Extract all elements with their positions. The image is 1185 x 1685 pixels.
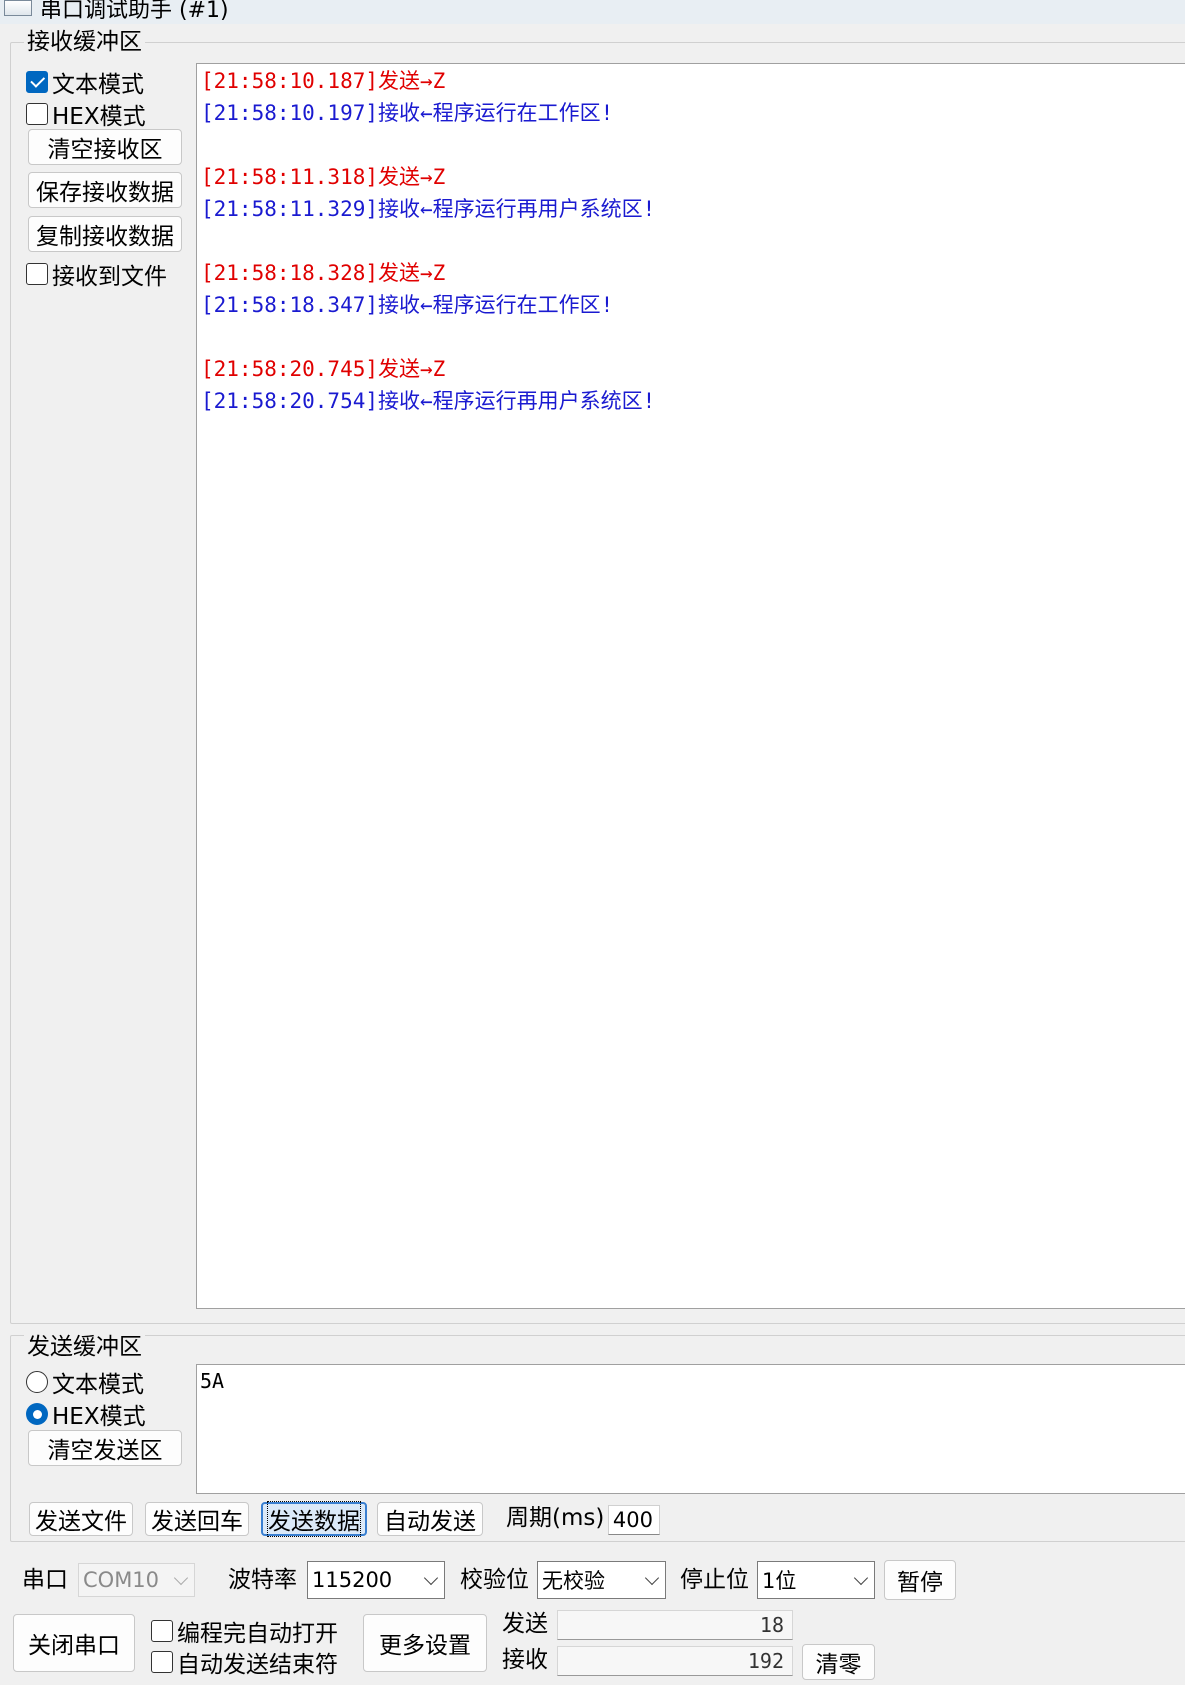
period-input[interactable]: 400 xyxy=(608,1505,660,1535)
auto-open-after-program-checkbox[interactable]: 编程完自动打开 xyxy=(151,1614,338,1648)
send-buffer-legend: 发送缓冲区 xyxy=(24,1334,145,1360)
auto-send-end-char-checkbox[interactable]: 自动发送结束符 xyxy=(151,1645,338,1679)
send-enter-button[interactable]: 发送回车 xyxy=(145,1502,249,1536)
checkbox-unchecked-icon xyxy=(26,263,48,285)
send-hex-mode-label: HEX模式 xyxy=(52,1404,146,1430)
receive-line-sent: [21:58:10.187]发送→Z xyxy=(201,69,446,93)
received-count-value: 192 xyxy=(557,1646,793,1676)
chevron-down-icon xyxy=(853,1570,869,1586)
stop-bits-label: 停止位 xyxy=(680,1567,749,1593)
parity-label: 校验位 xyxy=(460,1567,529,1593)
baud-rate-select[interactable]: 115200 xyxy=(307,1561,445,1599)
copy-receive-data-button[interactable]: 复制接收数据 xyxy=(28,216,182,252)
checkbox-unchecked-icon xyxy=(151,1620,173,1642)
chevron-down-icon xyxy=(644,1570,660,1586)
radio-unselected-icon xyxy=(26,1371,48,1393)
receive-line-received: [21:58:20.754]接收←程序运行再用户系统区! xyxy=(201,389,656,413)
receive-to-file-label: 接收到文件 xyxy=(52,264,167,290)
send-textarea[interactable]: 5A xyxy=(196,1364,1185,1494)
chevron-down-icon xyxy=(423,1570,439,1586)
stop-bits-select[interactable]: 1位 xyxy=(757,1561,875,1599)
checkbox-checked-icon xyxy=(26,71,48,93)
stop-bits-value: 1位 xyxy=(762,1569,797,1593)
auto-send-end-char-label: 自动发送结束符 xyxy=(177,1652,338,1678)
send-text-mode-radio[interactable]: 文本模式 xyxy=(26,1365,144,1399)
save-receive-data-button[interactable]: 保存接收数据 xyxy=(28,172,182,208)
window-title: 串口调试助手 (#1) xyxy=(40,0,229,23)
radio-selected-icon xyxy=(26,1403,48,1425)
receive-textarea[interactable]: [21:58:10.187]发送→Z [21:58:10.197]接收←程序运行… xyxy=(196,63,1185,1309)
baud-rate-label: 波特率 xyxy=(228,1567,297,1593)
auto-send-button[interactable]: 自动发送 xyxy=(377,1502,483,1536)
reset-counters-button[interactable]: 清零 xyxy=(802,1644,875,1680)
receive-buffer-legend: 接收缓冲区 xyxy=(24,29,145,55)
pause-button[interactable]: 暂停 xyxy=(884,1560,956,1600)
receive-line-sent: [21:58:18.328]发送→Z xyxy=(201,261,446,285)
sent-count-label: 发送 xyxy=(502,1611,548,1637)
receive-text-mode-label: 文本模式 xyxy=(52,72,144,98)
send-hex-mode-radio[interactable]: HEX模式 xyxy=(26,1397,146,1431)
receive-hex-mode-checkbox[interactable]: HEX模式 xyxy=(26,97,146,131)
receive-hex-mode-label: HEX模式 xyxy=(52,104,146,130)
clear-send-button[interactable]: 清空发送区 xyxy=(28,1430,182,1466)
period-label: 周期(ms) xyxy=(506,1505,605,1531)
port-label: 串口 xyxy=(22,1567,68,1593)
receive-line-received: [21:58:10.197]接收←程序运行在工作区! xyxy=(201,101,614,125)
send-data-label: 发送数据 xyxy=(267,1501,361,1537)
clear-receive-button[interactable]: 清空接收区 xyxy=(28,129,182,165)
title-bar: 串口调试助手 (#1) xyxy=(0,0,1185,24)
send-file-button[interactable]: 发送文件 xyxy=(29,1502,133,1536)
sent-count-value: 18 xyxy=(557,1610,793,1640)
parity-value: 无校验 xyxy=(542,1569,605,1593)
receive-line-sent: [21:58:11.318]发送→Z xyxy=(201,165,446,189)
baud-rate-value: 115200 xyxy=(312,1568,393,1592)
checkbox-unchecked-icon xyxy=(151,1651,173,1673)
auto-open-after-program-label: 编程完自动打开 xyxy=(177,1621,338,1647)
chevron-down-icon xyxy=(173,1570,189,1586)
app-icon xyxy=(4,0,32,16)
more-settings-button[interactable]: 更多设置 xyxy=(363,1614,487,1672)
parity-select[interactable]: 无校验 xyxy=(537,1561,666,1599)
receive-text-mode-checkbox[interactable]: 文本模式 xyxy=(26,65,144,99)
send-content: 5A xyxy=(200,1369,225,1393)
send-text-mode-label: 文本模式 xyxy=(52,1372,144,1398)
close-port-button[interactable]: 关闭串口 xyxy=(13,1614,135,1672)
receive-to-file-checkbox[interactable]: 接收到文件 xyxy=(26,257,167,291)
port-select-value: COM10 xyxy=(83,1568,160,1592)
receive-line-sent: [21:58:20.745]发送→Z xyxy=(201,357,446,381)
received-count-label: 接收 xyxy=(502,1647,548,1673)
checkbox-unchecked-icon xyxy=(26,103,48,125)
port-select[interactable]: COM10 xyxy=(78,1563,195,1597)
receive-line-received: [21:58:11.329]接收←程序运行再用户系统区! xyxy=(201,197,656,221)
send-data-button[interactable]: 发送数据 xyxy=(261,1501,367,1537)
receive-line-received: [21:58:18.347]接收←程序运行在工作区! xyxy=(201,293,614,317)
